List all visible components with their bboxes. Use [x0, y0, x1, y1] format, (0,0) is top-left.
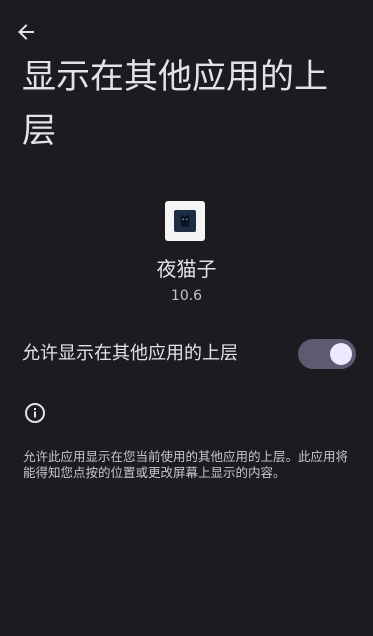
cat-icon: [180, 214, 190, 227]
screen: 显示在其他应用的上层 夜猫子 10.6 允许显示在其他应用的上层 允许此应用显示…: [0, 0, 373, 636]
page-title: 显示在其他应用的上层: [22, 57, 328, 151]
allow-overlay-toggle[interactable]: [298, 339, 356, 369]
app-version: 10.6: [170, 288, 203, 304]
toggle-thumb: [330, 343, 352, 365]
arrow-back-icon: [18, 24, 34, 40]
allow-overlay-setting-row[interactable]: 允许显示在其他应用的上层: [0, 330, 373, 378]
app-icon: [165, 201, 205, 241]
app-name: 夜猫子: [156, 257, 217, 281]
back-button[interactable]: [10, 16, 42, 48]
info-icon: [25, 403, 45, 423]
overlay-description: 允许此应用显示在您当前使用的其他应用的上层。此应用将能得知您点按的位置或更改屏幕…: [23, 449, 349, 480]
allow-overlay-label: 允许显示在其他应用的上层: [22, 343, 238, 364]
app-icon-image: [174, 210, 196, 232]
